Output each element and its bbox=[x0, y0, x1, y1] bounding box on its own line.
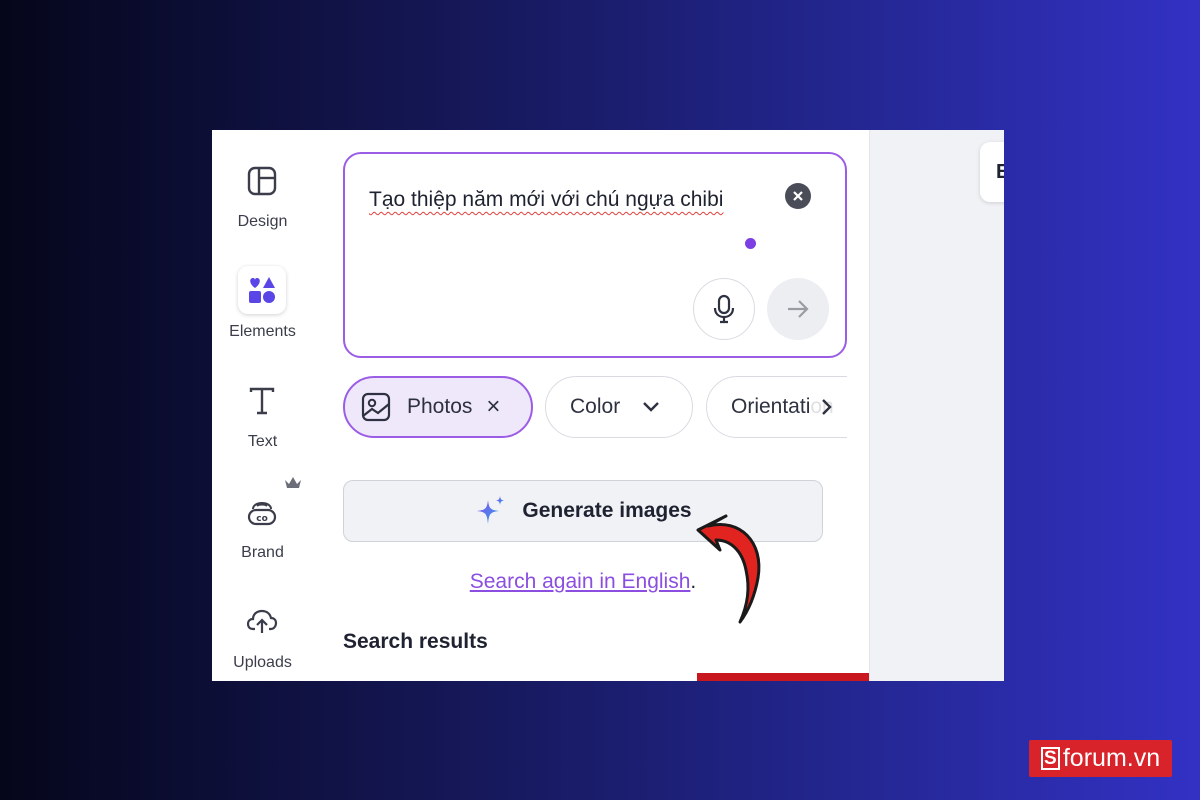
sidebar-item-label: Brand bbox=[241, 544, 284, 561]
generate-images-label: Generate images bbox=[522, 499, 692, 522]
search-input[interactable]: Tạo thiệp năm mới với chú ngựa chibi bbox=[369, 182, 749, 217]
image-icon bbox=[361, 392, 391, 422]
filter-chip-color[interactable]: Color bbox=[545, 376, 693, 438]
sidebar: Design Elements Text co Brand Uploads bbox=[212, 130, 313, 681]
logo-text: forum.vn bbox=[1062, 744, 1161, 772]
chip-label: Color bbox=[570, 395, 621, 418]
sidebar-item-uploads[interactable]: Uploads bbox=[212, 570, 313, 681]
close-circle-icon[interactable] bbox=[785, 183, 811, 209]
chips-scroll-button[interactable] bbox=[811, 390, 841, 424]
logo-letter: S bbox=[1040, 747, 1060, 770]
sidebar-item-label: Uploads bbox=[233, 654, 292, 671]
sparkle-icon bbox=[477, 496, 505, 524]
elements-panel: Tạo thiệp năm mới với chú ngựa chibi Pho… bbox=[313, 130, 966, 681]
sidebar-item-label: Design bbox=[237, 213, 288, 230]
svg-text:co: co bbox=[256, 514, 268, 524]
send-button[interactable] bbox=[767, 278, 829, 340]
canvas-top-button[interactable]: E bbox=[980, 142, 1004, 202]
search-results-heading: Search results bbox=[343, 630, 488, 653]
search-again-link[interactable]: Search again in English bbox=[470, 570, 691, 593]
chevron-down-icon bbox=[643, 402, 660, 412]
arrow-right-icon bbox=[788, 300, 809, 318]
brand-icon: co bbox=[238, 488, 286, 536]
microphone-button[interactable] bbox=[693, 278, 755, 340]
sidebar-item-design[interactable]: Design bbox=[212, 130, 313, 240]
annotation-arrow bbox=[696, 514, 761, 624]
text-icon bbox=[238, 377, 286, 425]
microphone-icon bbox=[713, 294, 735, 324]
remove-filter-icon[interactable]: × bbox=[486, 393, 500, 421]
chevron-right-icon bbox=[822, 399, 832, 415]
canva-editor-screenshot: Design Elements Text co Brand Uploads Tạ… bbox=[212, 130, 1004, 681]
cloud-upload-icon bbox=[238, 597, 286, 645]
filter-chip-photos[interactable]: Photos × bbox=[343, 376, 533, 438]
sidebar-item-text[interactable]: Text bbox=[212, 350, 313, 460]
sidebar-item-brand[interactable]: co Brand bbox=[212, 460, 313, 570]
chip-label: Photos bbox=[407, 395, 473, 418]
filter-chips: Photos × Color Orientation bbox=[343, 376, 847, 438]
search-prompt-box[interactable]: Tạo thiệp năm mới với chú ngựa chibi bbox=[343, 152, 847, 358]
layout-icon bbox=[238, 157, 286, 205]
cursor-dot bbox=[745, 238, 756, 249]
shapes-icon bbox=[238, 266, 286, 314]
sidebar-item-label: Text bbox=[247, 433, 278, 450]
canvas-area: E bbox=[869, 130, 1004, 681]
sidebar-item-label: Elements bbox=[229, 323, 296, 340]
sforum-logo: Sforum.vn bbox=[1029, 740, 1172, 777]
sidebar-item-elements[interactable]: Elements bbox=[212, 240, 313, 350]
